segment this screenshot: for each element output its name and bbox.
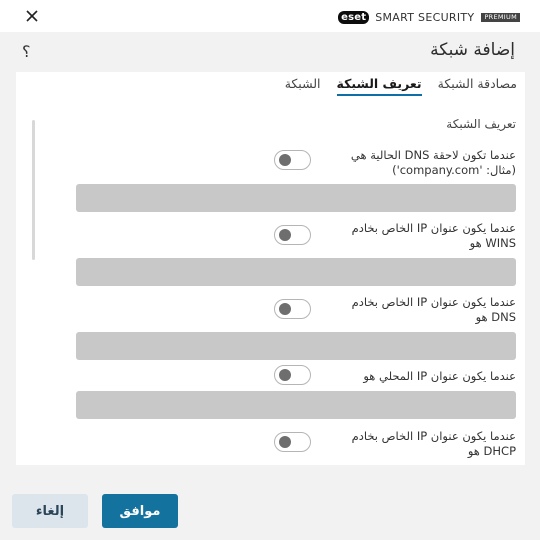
tab-bar: الشبكة تعريف الشبكة مصادقة الشبكة [285, 76, 517, 96]
toggle-knob [279, 369, 291, 381]
help-icon[interactable]: ؟ [22, 42, 31, 61]
page-title: إضافة شبكة [430, 40, 515, 60]
brand: eset SMART SECURITY PREMIUM [338, 10, 520, 24]
dns-suffix-label: عندما تكون لاحقة DNS الحالية هي (مثال: '… [350, 148, 516, 177]
dns-suffix-toggle[interactable] [274, 150, 311, 170]
tab-network-identification[interactable]: تعريف الشبكة [336, 76, 422, 96]
dhcp-server-toggle[interactable] [274, 432, 311, 452]
ok-button[interactable]: موافق [102, 494, 178, 528]
wins-server-input[interactable] [76, 258, 516, 286]
toggle-knob [279, 229, 291, 241]
section-heading: تعريف الشبكة [446, 117, 516, 131]
content-panel: الشبكة تعريف الشبكة مصادقة الشبكة تعريف … [16, 72, 525, 465]
dns-server-input[interactable] [76, 332, 516, 360]
dns-server-toggle[interactable] [274, 299, 311, 319]
eset-logo: eset [338, 10, 370, 24]
wins-server-label: عندما يكون عنوان IP الخاص بخادم WINS هو [351, 221, 516, 250]
product-name: SMART SECURITY [375, 10, 475, 24]
local-ip-toggle[interactable] [274, 365, 311, 385]
dhcp-server-label: عندما يكون عنوان IP الخاص بخادم DHCP هو [351, 429, 516, 458]
cancel-button[interactable]: إلغاء [12, 494, 88, 528]
edition-badge: PREMIUM [481, 12, 520, 22]
close-icon[interactable] [22, 6, 42, 26]
wins-server-toggle[interactable] [274, 225, 311, 245]
dns-server-label: عندما يكون عنوان IP الخاص بخادم DNS هو [351, 295, 516, 324]
toggle-knob [279, 154, 291, 166]
dns-suffix-input[interactable] [76, 184, 516, 212]
scrollbar[interactable] [32, 120, 35, 260]
tab-network[interactable]: الشبكة [285, 76, 321, 96]
local-ip-label: عندما يكون عنوان IP المحلي هو [363, 369, 516, 383]
toggle-knob [279, 436, 291, 448]
toggle-knob [279, 303, 291, 315]
title-bar: eset SMART SECURITY PREMIUM [0, 0, 540, 32]
tab-network-authentication[interactable]: مصادقة الشبكة [438, 76, 517, 96]
local-ip-input[interactable] [76, 391, 516, 419]
